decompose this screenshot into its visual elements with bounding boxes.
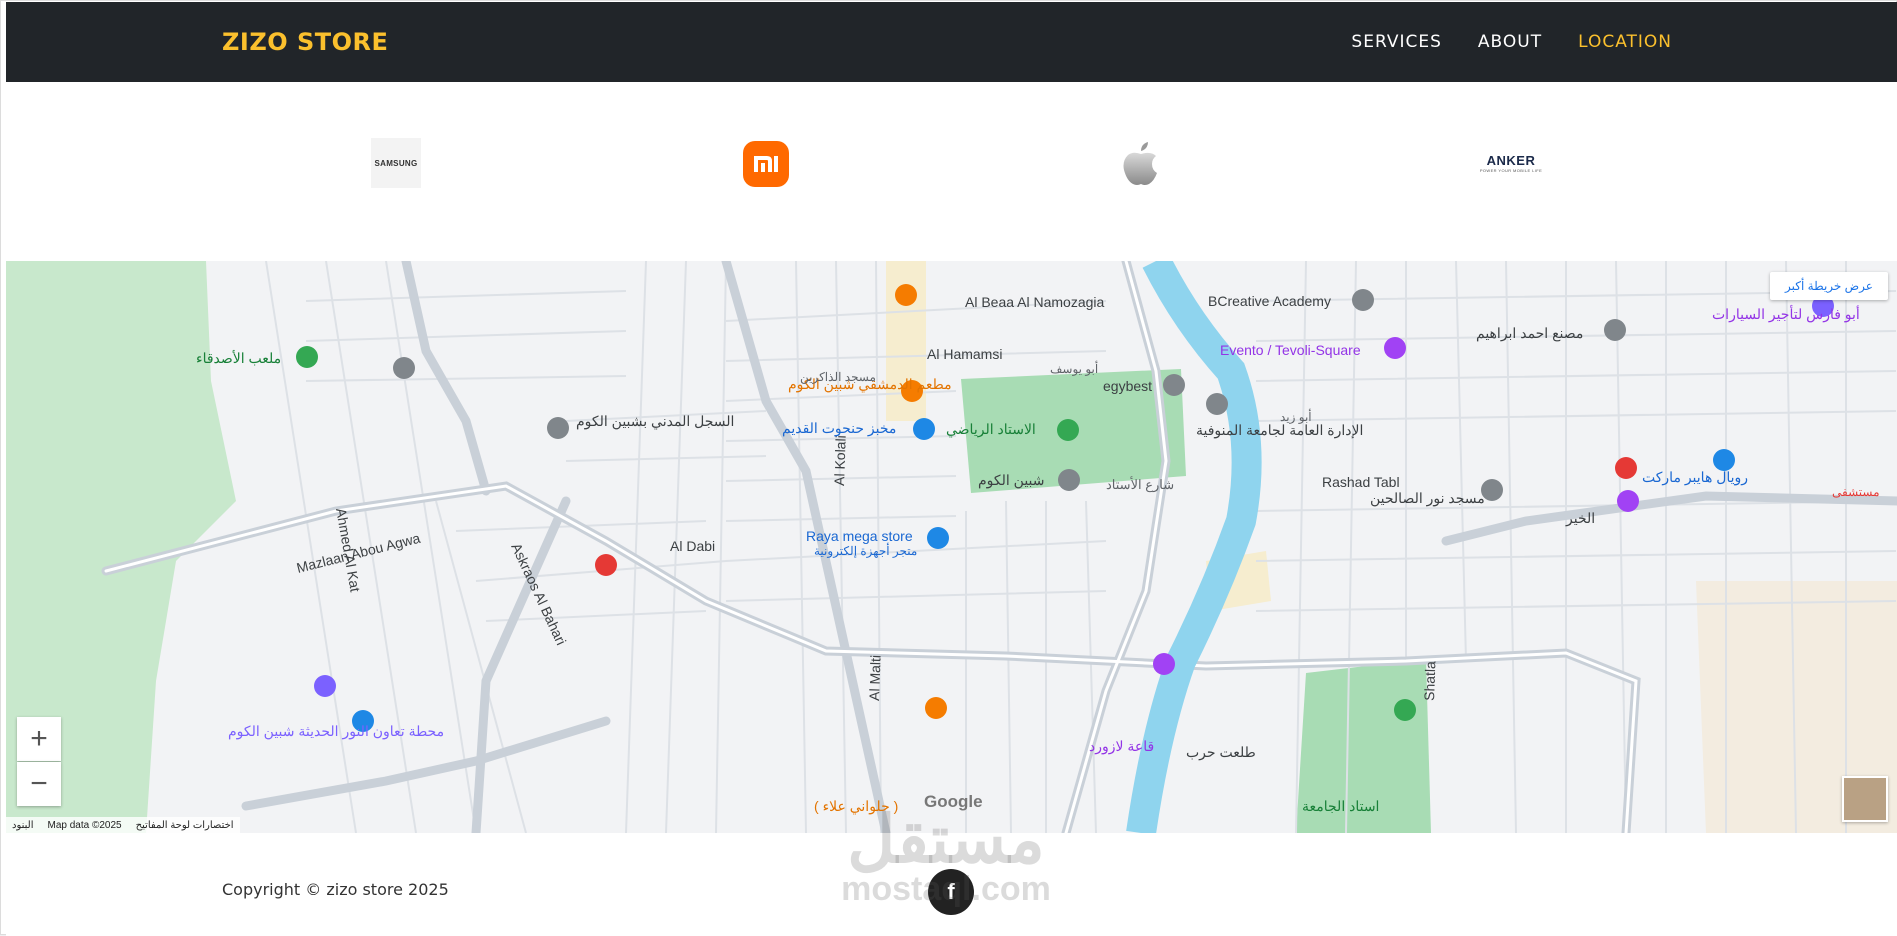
street-view-thumbnail[interactable] <box>1842 776 1888 822</box>
map-terms-link[interactable]: البنود <box>12 820 33 831</box>
venue-pin-icon[interactable] <box>1617 490 1639 512</box>
map-attribution-bar: البنود Map data ©2025 اختصارات لوحة المف… <box>6 817 240 833</box>
facebook-icon[interactable]: f <box>928 869 974 915</box>
map-label: الاستاد الرياضي <box>946 421 1036 438</box>
map-label: الخير <box>1565 510 1595 527</box>
map-label: Shatla <box>1421 661 1438 701</box>
school-pin-icon[interactable] <box>1206 393 1228 415</box>
map-canvas[interactable]: Al Beaa Al Namozagia Al Hamamsi BCreativ… <box>6 261 1897 833</box>
gas-station-pin-icon[interactable] <box>314 675 336 697</box>
map-label: متجر أجهزة إلكترونية <box>814 543 917 559</box>
shop-pin-icon[interactable] <box>927 527 949 549</box>
map-label: شارع الأستاد <box>1106 476 1174 493</box>
map-label: Al Malti <box>866 655 884 701</box>
google-logo: Google <box>924 792 983 811</box>
map-label: Al Kolali <box>831 435 849 486</box>
map-label: مخبز حنحوت القديم <box>782 420 896 437</box>
anker-logo: ANKER POWER YOUR MOBILE LIFE <box>1479 138 1543 188</box>
map-label: الإدارة العامة لجامعة المنوفية <box>1196 422 1363 439</box>
map-label: Al Dabi <box>670 538 715 554</box>
place-pin-icon[interactable] <box>1352 289 1374 311</box>
map-label: مستشفى <box>1832 485 1880 499</box>
map-label: Al Hamamsi <box>927 346 1002 362</box>
map-label: مسجد نور الصالحين <box>1370 490 1485 507</box>
zoom-in-button[interactable]: + <box>17 717 61 761</box>
anker-logo-text: ANKER <box>1486 153 1536 168</box>
map-label: طلعت حرب <box>1186 744 1256 761</box>
brand-logos-section: SAMSUNG ANKER POWER YOUR MOBILE LIFE <box>6 82 1897 261</box>
nav-link-about[interactable]: ABOUT <box>1478 32 1542 52</box>
view-larger-map-link[interactable]: عرض خريطة أكبر <box>1770 272 1888 300</box>
brand-logo-link[interactable]: ZIZO STORE <box>222 28 388 56</box>
copyright-text: Copyright © zizo store 2025 <box>222 880 449 899</box>
samsung-logo-text: SAMSUNG <box>374 158 418 168</box>
map-label: استاد الجامعة <box>1302 798 1379 814</box>
embedded-map[interactable]: Al Beaa Al Namozagia Al Hamamsi BCreativ… <box>6 261 1897 833</box>
map-label: أبو يوسف <box>1050 361 1098 376</box>
place-pin-icon[interactable] <box>1604 319 1626 341</box>
page: ZIZO STORE SERVICES ABOUT LOCATION SAMSU… <box>0 0 1897 936</box>
venue-pin-icon[interactable] <box>1384 337 1406 359</box>
map-label: Rashad Tabl <box>1322 474 1400 490</box>
stadium-pin-icon[interactable] <box>1394 699 1416 721</box>
anker-tagline: POWER YOUR MOBILE LIFE <box>1479 168 1543 173</box>
nav-link-services[interactable]: SERVICES <box>1351 32 1441 52</box>
map-label: مسجد الذاكرين <box>800 370 876 384</box>
zoom-out-button[interactable]: − <box>17 762 61 806</box>
restaurant-pin-icon[interactable] <box>895 284 917 306</box>
samsung-logo: SAMSUNG <box>371 138 421 188</box>
xiaomi-logo <box>743 141 789 187</box>
place-pin-icon[interactable] <box>393 357 415 379</box>
map-label: رويال هايبر ماركت <box>1642 469 1748 486</box>
hospital-pin-icon[interactable] <box>595 554 617 576</box>
government-pin-icon[interactable] <box>547 417 569 439</box>
map-label: ملعب الأصدقاء <box>196 349 281 366</box>
place-pin-icon[interactable] <box>1163 374 1185 396</box>
map-data-credit: Map data ©2025 <box>47 819 122 831</box>
map-label: السجل المدني بشبين الكوم <box>576 413 734 430</box>
map-label: ( حلواني علاء ) <box>814 798 898 815</box>
hall-pin-icon[interactable] <box>1153 653 1175 675</box>
map-label: BCreative Academy <box>1208 293 1331 309</box>
supermarket-pin-icon[interactable] <box>1713 449 1735 471</box>
map-label: مصنع احمد ابراهيم <box>1476 325 1583 342</box>
nav-link-location[interactable]: LOCATION <box>1578 32 1672 52</box>
map-label: egybest <box>1103 378 1152 394</box>
xiaomi-mi-icon <box>754 156 778 172</box>
apple-icon <box>1123 142 1157 185</box>
park-pin-icon[interactable] <box>296 346 318 368</box>
hospital-pin-icon[interactable] <box>1615 457 1637 479</box>
apple-logo <box>1116 138 1166 188</box>
map-label: Raya mega store <box>806 528 913 544</box>
stadium-pin-icon[interactable] <box>1057 419 1079 441</box>
footer: Copyright © zizo store 2025 f <box>6 833 1897 936</box>
map-label: محطة تعاون النور الحديثة شبين الكوم <box>228 723 444 740</box>
nav-links: SERVICES ABOUT LOCATION <box>1351 32 1672 52</box>
map-label: أبو زيد <box>1280 409 1312 424</box>
map-label: شبين الكوم <box>978 472 1045 489</box>
map-label: قاعة لازورد <box>1089 738 1154 755</box>
navbar: ZIZO STORE SERVICES ABOUT LOCATION <box>6 2 1897 82</box>
map-labels: Al Beaa Al Namozagia Al Hamamsi BCreativ… <box>196 293 1880 815</box>
sweets-pin-icon[interactable] <box>925 697 947 719</box>
map-label: أبو فارس لتأجير السيارات <box>1712 304 1860 323</box>
keyboard-shortcuts-link[interactable]: اختصارات لوحة المفاتيح <box>136 820 234 831</box>
map-label: Al Beaa Al Namozagia <box>965 294 1105 310</box>
bakery-pin-icon[interactable] <box>913 418 935 440</box>
place-pin-icon[interactable] <box>1058 469 1080 491</box>
map-label: Evento / Tevoli-Square <box>1220 342 1361 358</box>
